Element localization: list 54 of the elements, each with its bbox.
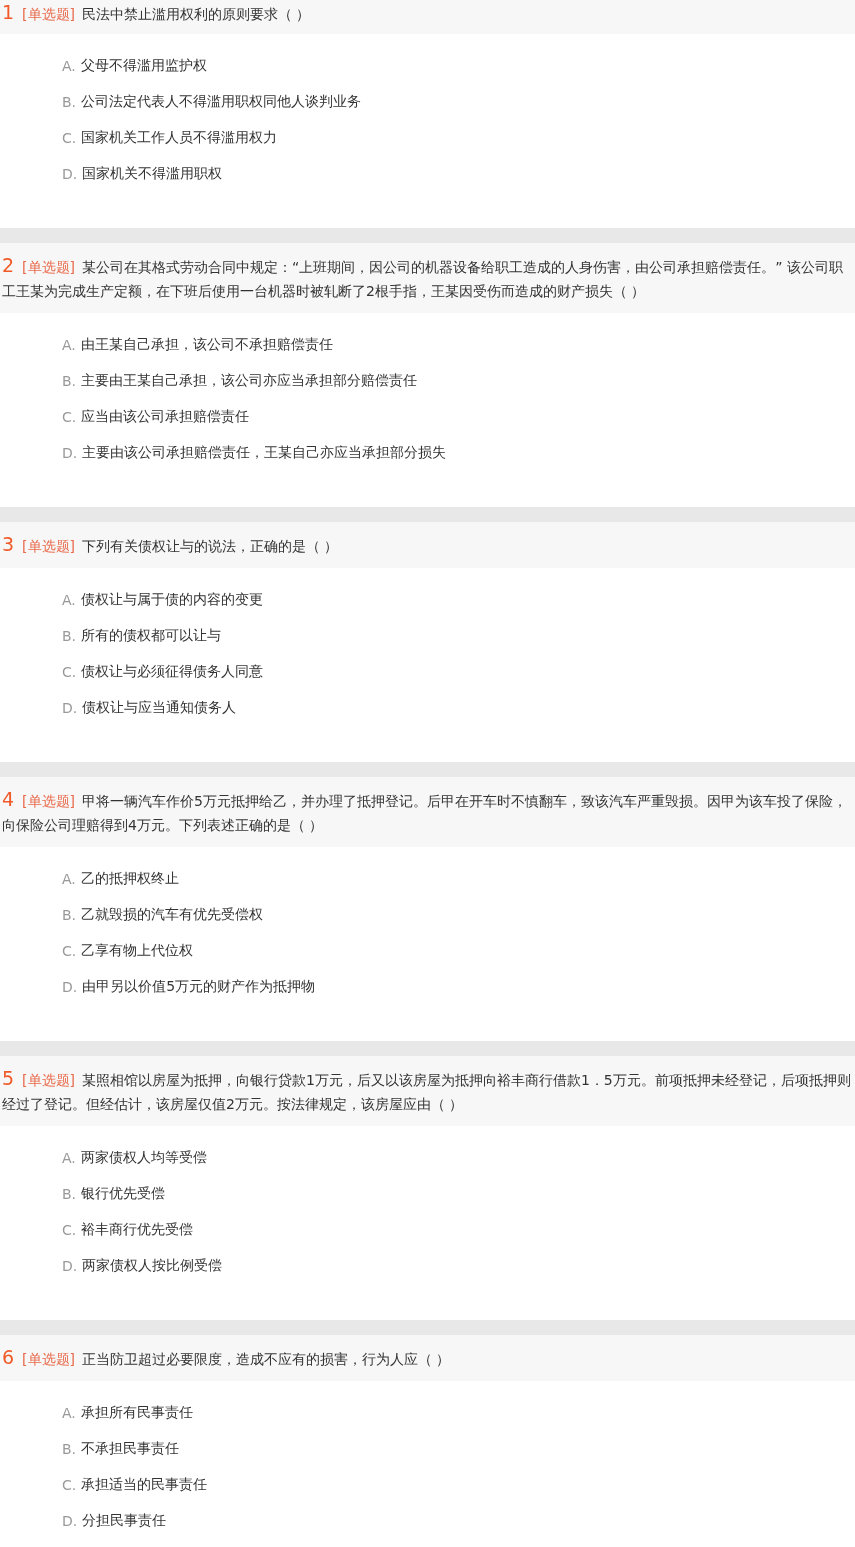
option-letter: D.	[62, 445, 78, 461]
option-letter: C.	[62, 664, 77, 680]
option-text: 主要由该公司承担赔偿责任，王某自己亦应当承担部分损失	[82, 444, 447, 462]
option-letter: A.	[62, 1405, 76, 1421]
option-text: 国家机关不得滥用职权	[82, 165, 223, 183]
option-letter: C.	[62, 130, 77, 146]
option-text: 两家债权人按比例受偿	[82, 1257, 223, 1275]
option-letter: C.	[62, 1222, 77, 1238]
question-header: 2 [单选题] 某公司在其格式劳动合同中规定：“上班期间，因公司的机器设备给职工造成的人身伤害，由公司承担赔偿责任。” 该公司职工王某为完成生产定额，在下班后使用一台机器时被轧断了2根手指，王某因受伤而造成的财产损失（ ）	[0, 243, 855, 313]
option-text: 父母不得滥用监护权	[80, 57, 207, 75]
option-text: 裕丰商行优先受偿	[81, 1221, 194, 1239]
question-header: 3 [单选题] 下列有关债权让与的说法，正确的是（ ）	[0, 522, 855, 568]
option-letter: D.	[62, 700, 78, 716]
option-text: 承担适当的民事责任	[81, 1476, 208, 1494]
option-letter: C.	[62, 943, 77, 959]
option-letter: A.	[62, 1150, 76, 1166]
option-text: 债权让与应当通知债务人	[82, 699, 237, 717]
option-text: 承担所有民事责任	[80, 1404, 193, 1422]
option-text: 公司法定代表人不得滥用职权同他人谈判业务	[81, 93, 362, 111]
option-text: 主要由王某自己承担，该公司亦应当承担部分赔偿责任	[81, 372, 418, 390]
option-text: 债权让与属于债的内容的变更	[80, 591, 263, 609]
option-letter: A.	[62, 592, 76, 608]
question-header: 1 [单选题] 民法中禁止滥用权利的原则要求（ ）	[0, 0, 855, 34]
option-letter: B.	[62, 1186, 77, 1202]
option-text: 所有的债权都可以让与	[81, 627, 222, 645]
option-letter: D.	[62, 1513, 78, 1529]
option-text: 两家债权人均等受偿	[80, 1149, 207, 1167]
option-letter: A.	[62, 337, 76, 353]
option-text: 应当由该公司承担赔偿责任	[81, 408, 250, 426]
option-text: 债权让与必须征得债务人同意	[81, 663, 264, 681]
option-text: 国家机关工作人员不得滥用权力	[81, 129, 278, 147]
option-text: 乙的抵押权终止	[80, 870, 179, 888]
option-letter: C.	[62, 1477, 77, 1493]
option-text: 由甲另以价值5万元的财产作为抵押物	[82, 978, 316, 996]
option-letter: B.	[62, 94, 77, 110]
option-text: 银行优先受偿	[81, 1185, 166, 1203]
option-letter: A.	[62, 871, 76, 887]
option-letter: D.	[62, 1258, 78, 1274]
question-header: 5 [单选题] 某照相馆以房屋为抵押，向银行贷款1万元，后又以该房屋为抵押向裕丰商行借款1．5万元。前项抵押未经登记，后项抵押则经过了登记。但经估计，该房屋仅值2万元。按法律规定，该房屋应由（ ）	[0, 1056, 855, 1126]
option-letter: B.	[62, 907, 77, 923]
option-letter: D.	[62, 979, 78, 995]
option-letter: D.	[62, 166, 78, 182]
option-text: 乙就毁损的汽车有优先受偿权	[81, 906, 264, 924]
option-letter: A.	[62, 58, 76, 74]
option-letter: B.	[62, 628, 77, 644]
question-header: 4 [单选题] 甲将一辆汽车作价5万元抵押给乙，并办理了抵押登记。后甲在开车时不慎翻车，致该汽车严重毁损。因甲为该车投了保险，向保险公司理赔得到4万元。下列表述正确的是（ ）	[0, 777, 855, 847]
option-text: 乙享有物上代位权	[81, 942, 194, 960]
option-text: 由王某自己承担，该公司不承担赔偿责任	[80, 336, 333, 354]
option-letter: B.	[62, 1441, 77, 1457]
option-letter: B.	[62, 373, 77, 389]
question-header: 6 [单选题] 正当防卫超过必要限度，造成不应有的损害，行为人应（ ）	[0, 1335, 855, 1381]
option-text: 不承担民事责任	[81, 1440, 180, 1458]
option-text: 分担民事责任	[82, 1512, 167, 1530]
option-letter: C.	[62, 409, 77, 425]
